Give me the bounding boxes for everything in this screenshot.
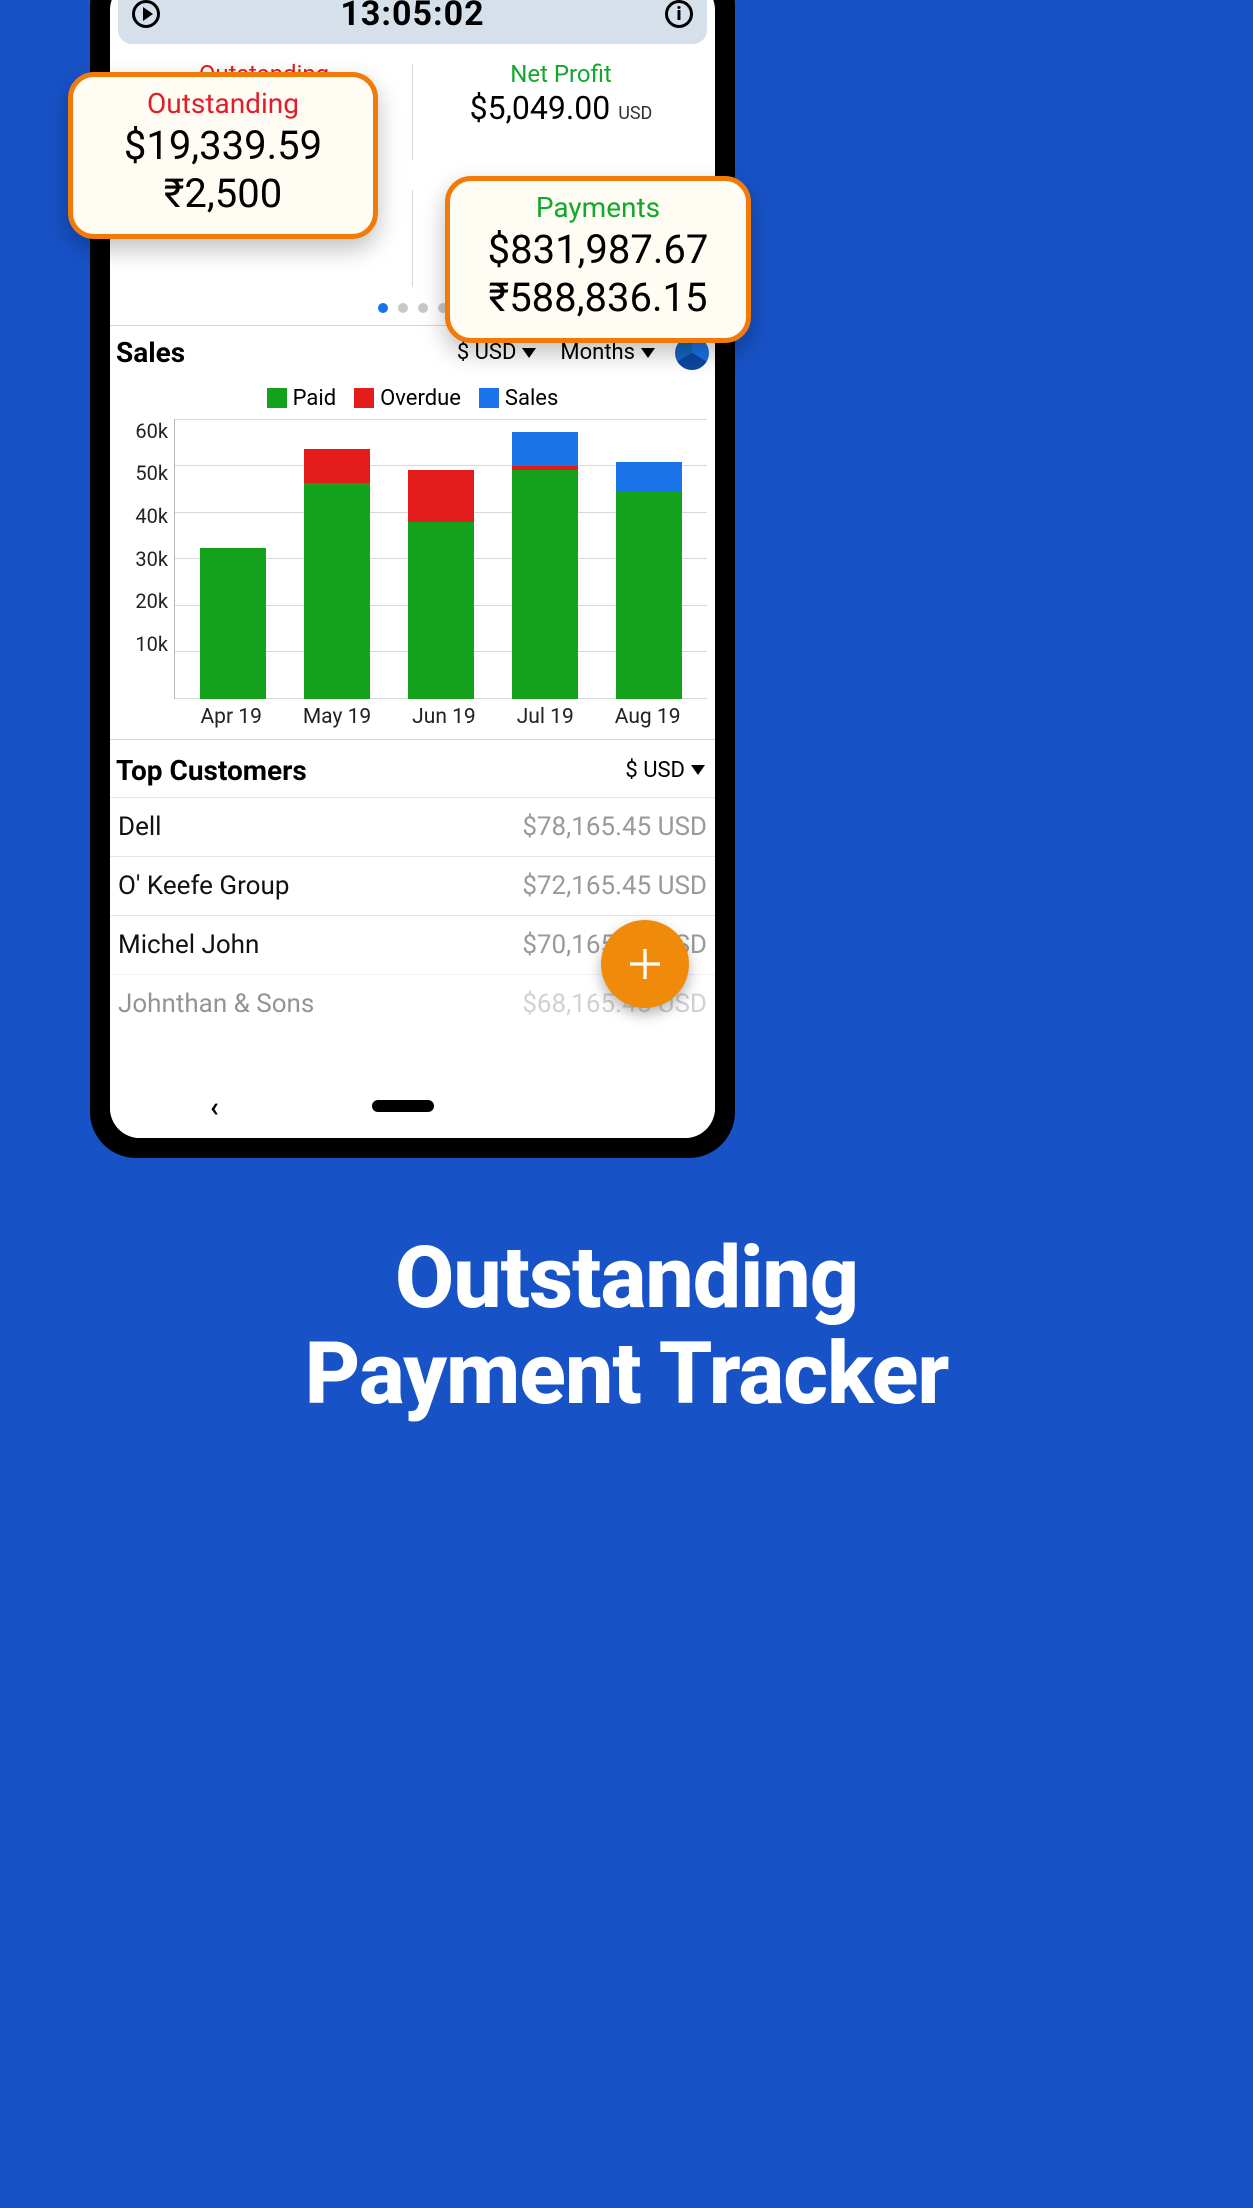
chevron-down-icon bbox=[641, 348, 655, 358]
chart-legend: Paid Overdue Sales bbox=[118, 386, 707, 411]
customer-row[interactable]: O' Keefe Group $72,165.45 USD bbox=[110, 856, 715, 915]
customer-name: Dell bbox=[118, 812, 162, 842]
bar-segment-paid bbox=[512, 470, 578, 698]
status-bar: 13:05:02 i bbox=[118, 0, 707, 44]
callout-payments: Payments $831,987.67 ₹588,836.15 bbox=[445, 176, 751, 343]
kpi-divider bbox=[412, 64, 413, 160]
callout-payments-inr: ₹588,836.15 bbox=[474, 274, 722, 322]
plus-icon bbox=[625, 944, 665, 984]
sales-currency-dropdown[interactable]: $ USD bbox=[457, 340, 537, 365]
home-pill-icon[interactable] bbox=[372, 1100, 434, 1112]
customer-name: Johnthan & Sons bbox=[118, 989, 314, 1019]
bar-segment-paid bbox=[200, 548, 266, 699]
x-tick: Apr 19 bbox=[200, 705, 261, 729]
chevron-down-icon bbox=[522, 348, 536, 358]
sales-title: Sales bbox=[116, 336, 185, 369]
add-button[interactable] bbox=[601, 920, 689, 1008]
customer-row[interactable]: Dell $78,165.45 USD bbox=[110, 797, 715, 856]
customer-name: Michel John bbox=[118, 930, 259, 960]
chart-x-axis: Apr 19 May 19 Jun 19 Jul 19 Aug 19 bbox=[118, 699, 707, 729]
bar-jul-19[interactable] bbox=[512, 432, 578, 699]
info-icon[interactable]: i bbox=[665, 0, 693, 28]
legend-overdue: Overdue bbox=[354, 386, 461, 411]
y-tick: 40k bbox=[135, 504, 168, 528]
bar-may-19[interactable] bbox=[304, 449, 370, 699]
sales-chart: Paid Overdue Sales 60k 50k 40k 30k 20k 10k Ap… bbox=[110, 376, 715, 740]
x-tick: May 19 bbox=[303, 705, 371, 729]
chart-y-axis: 60k 50k 40k 30k 20k 10k bbox=[118, 419, 174, 699]
hero-caption: Outstanding Payment Tracker bbox=[0, 1230, 1253, 1423]
bar-segment-sales bbox=[616, 462, 682, 492]
callout-payments-usd: $831,987.67 bbox=[474, 226, 722, 274]
y-tick: 50k bbox=[135, 461, 168, 485]
y-tick: 30k bbox=[135, 547, 168, 571]
back-icon[interactable]: ‹ bbox=[210, 1090, 219, 1123]
bar-segment-paid bbox=[408, 522, 474, 699]
bar-segment-overdue bbox=[304, 449, 370, 483]
bar-segment-paid bbox=[616, 492, 682, 699]
customers-title: Top Customers bbox=[116, 754, 307, 787]
chevron-down-icon bbox=[691, 765, 705, 775]
bar-aug-19[interactable] bbox=[616, 462, 682, 699]
kpi-divider-2 bbox=[412, 190, 413, 286]
y-tick: 20k bbox=[135, 589, 168, 613]
kpi-net-profit-value: $5,049.00 USD bbox=[470, 88, 653, 128]
y-tick: 10k bbox=[135, 632, 168, 656]
callout-outstanding-label: Outstanding bbox=[97, 87, 349, 120]
kpi-net-profit-label: Net Profit bbox=[510, 60, 612, 88]
customers-currency-dropdown[interactable]: $ USD bbox=[625, 758, 705, 783]
bar-segment-overdue bbox=[408, 470, 474, 522]
customer-amount: $72,165.45 USD bbox=[522, 871, 707, 901]
kpi-net-profit[interactable]: Net Profit $5,049.00 USD bbox=[417, 58, 705, 130]
chart-plot bbox=[174, 419, 707, 699]
legend-paid: Paid bbox=[267, 386, 336, 411]
x-tick: Jun 19 bbox=[412, 705, 476, 729]
android-nav-bar: ‹ bbox=[110, 1074, 715, 1138]
callout-outstanding: Outstanding $19,339.59 ₹2,500 bbox=[68, 72, 378, 239]
bar-jun-19[interactable] bbox=[408, 470, 474, 698]
customer-name: O' Keefe Group bbox=[118, 871, 289, 901]
bar-segment-paid bbox=[304, 483, 370, 698]
bar-apr-19[interactable] bbox=[200, 548, 266, 699]
legend-sales: Sales bbox=[479, 386, 558, 411]
customer-amount: $78,165.45 USD bbox=[522, 812, 707, 842]
callout-payments-label: Payments bbox=[474, 191, 722, 224]
status-time: 13:05:02 bbox=[340, 0, 484, 34]
callout-outstanding-inr: ₹2,500 bbox=[97, 170, 349, 218]
sales-range-dropdown[interactable]: Months bbox=[560, 340, 655, 365]
play-icon[interactable] bbox=[132, 0, 160, 28]
y-tick: 60k bbox=[135, 419, 168, 443]
bar-segment-sales bbox=[512, 432, 578, 466]
callout-outstanding-usd: $19,339.59 bbox=[97, 122, 349, 170]
x-tick: Aug 19 bbox=[615, 705, 681, 729]
x-tick: Jul 19 bbox=[517, 705, 574, 729]
